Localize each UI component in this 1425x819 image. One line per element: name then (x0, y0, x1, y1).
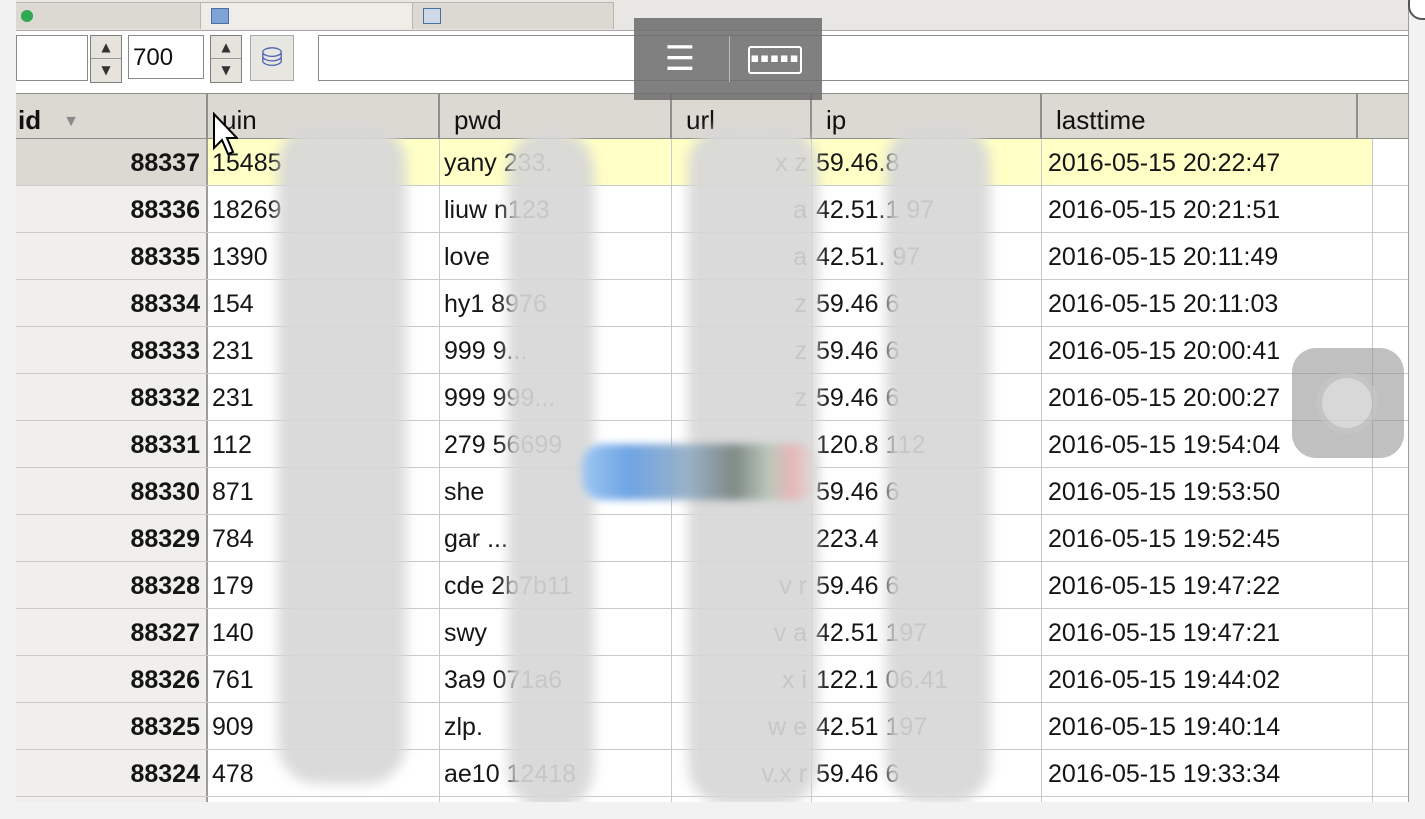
cell-id[interactable]: 88325 (16, 703, 208, 749)
column-header-label: id (18, 105, 42, 135)
cell-lasttime[interactable]: 2016-05-15 20:21:51 (1042, 186, 1373, 232)
column-header-id[interactable]: id ▼ (16, 94, 208, 138)
stepper-down-icon[interactable]: ▼ (211, 59, 241, 81)
close-icon[interactable] (1408, 0, 1425, 20)
cell-id[interactable]: 88337 (16, 139, 208, 185)
stepper-up-icon[interactable]: ▲ (211, 36, 241, 59)
cell-lasttime[interactable]: 2016-05-15 20:22:47 (1042, 139, 1373, 185)
cell-lasttime[interactable]: 2016-05-15 20:11:03 (1042, 280, 1373, 326)
window-frame: ▲ ▼ 700 ▲ ▼ ⛁ id ▼ uin pwd url ip lasttim… (16, 0, 1409, 802)
column-header-lasttime[interactable]: lasttime (1042, 94, 1358, 138)
tab-connection[interactable] (16, 2, 218, 29)
menu-icon[interactable]: ☰ (656, 42, 704, 76)
table-icon (211, 8, 229, 24)
cell-id[interactable]: 88323 (16, 797, 208, 802)
cell-lasttime[interactable]: 2016-05-15 19:47:21 (1042, 609, 1373, 655)
limit-input[interactable]: 700 (128, 35, 204, 79)
cell-id[interactable]: 88332 (16, 374, 208, 420)
cell-lasttime[interactable]: 2016-05-15 20:11:49 (1042, 233, 1373, 279)
stepper-down-icon[interactable]: ▼ (91, 59, 121, 81)
cell-lasttime[interactable]: 2016-05-15 19:33:34 (1042, 750, 1373, 796)
assistive-touch-icon (1322, 378, 1372, 428)
cell-id[interactable]: 88326 (16, 656, 208, 702)
cell-uin[interactable]: 2655219994 (208, 797, 440, 802)
cell-id[interactable]: 88334 (16, 280, 208, 326)
cell-lasttime[interactable]: 2016-05-15 19:52:45 (1042, 515, 1373, 561)
floating-toolbar: ☰ ▪▪▪▪▪ (634, 18, 822, 100)
cell-id[interactable]: 88335 (16, 233, 208, 279)
mouse-cursor-icon (213, 112, 238, 156)
cell-lasttime[interactable]: 2016-05-15 19:44:02 (1042, 656, 1373, 702)
cell-id[interactable]: 88330 (16, 468, 208, 514)
filter-input[interactable] (318, 35, 1408, 81)
redaction-blur (278, 124, 406, 784)
cell-id[interactable]: 88327 (16, 609, 208, 655)
connection-status-icon (21, 10, 33, 22)
sort-descending-icon: ▼ (63, 113, 79, 131)
cell-id[interactable]: 88328 (16, 562, 208, 608)
query-icon (423, 8, 441, 24)
redaction-blur (582, 444, 816, 500)
cell-id[interactable]: 88333 (16, 327, 208, 373)
stepper-up-icon[interactable]: ▲ (91, 36, 121, 59)
tab-table[interactable] (200, 2, 428, 29)
cell-id[interactable]: 88336 (16, 186, 208, 232)
redaction-blur (886, 124, 990, 802)
cell-lasttime[interactable]: 2016-05-15 19:47:22 (1042, 562, 1373, 608)
cell-id[interactable]: 88329 (16, 515, 208, 561)
keyboard-icon[interactable]: ▪▪▪▪▪ (748, 46, 802, 74)
cell-id[interactable]: 88331 (16, 421, 208, 467)
tab-query[interactable] (412, 2, 614, 29)
assistive-touch-button[interactable] (1292, 348, 1404, 458)
offset-stepper[interactable]: ▲ ▼ (90, 35, 122, 83)
limit-stepper[interactable]: ▲ ▼ (210, 35, 242, 83)
cell-id[interactable]: 88324 (16, 750, 208, 796)
cell-lasttime[interactable]: 2016-05-15 19:40:14 (1042, 703, 1373, 749)
cell-lasttime[interactable]: 2016-05-15 19:53:50 (1042, 468, 1373, 514)
cell-lasttime[interactable]: 2016-05-15 19:23:14 (1042, 797, 1373, 802)
offset-input[interactable] (16, 35, 88, 81)
refresh-button[interactable]: ⛁ (250, 35, 294, 81)
database-icon: ⛁ (261, 43, 283, 73)
